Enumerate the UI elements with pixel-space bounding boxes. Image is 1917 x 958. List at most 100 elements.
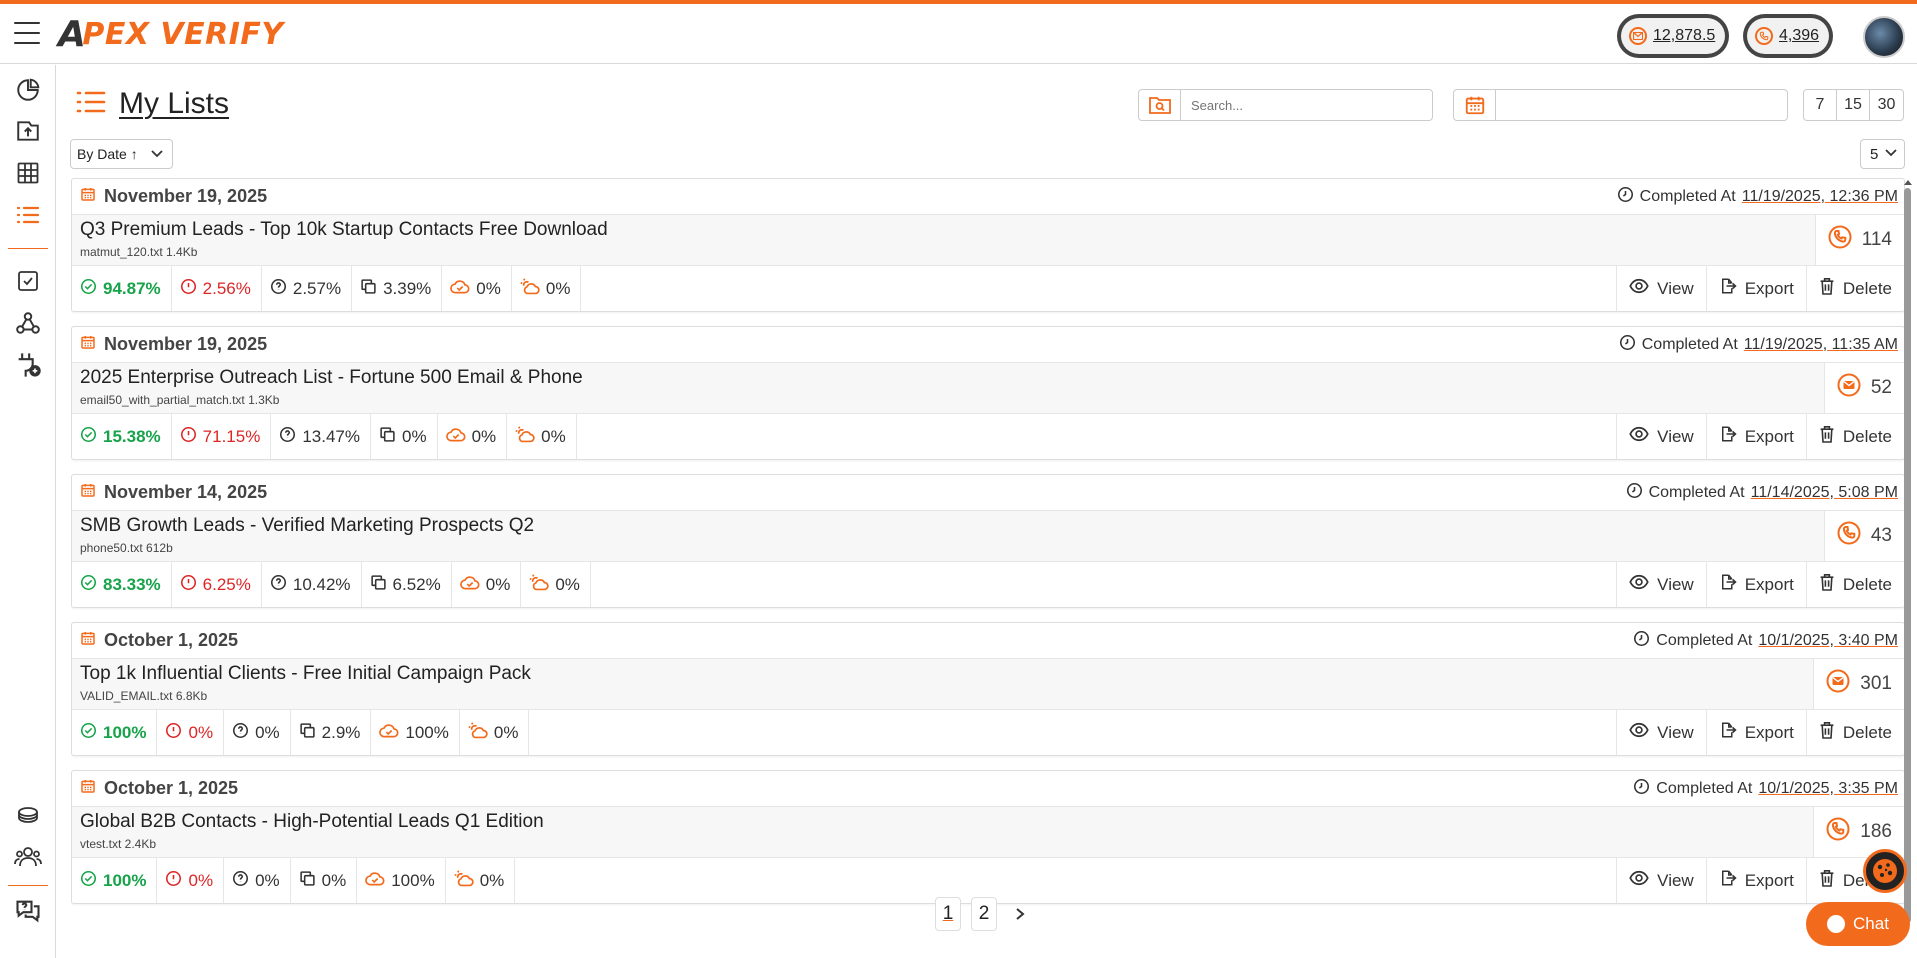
email-credits-badge[interactable]: 12,878.5 — [1617, 14, 1730, 58]
grid-table-icon[interactable] — [14, 159, 42, 187]
cookie-settings-button[interactable] — [1863, 849, 1907, 893]
disposable-stat: 0% — [507, 414, 577, 459]
cloud-sun-icon — [454, 869, 474, 892]
duplicate-stat: 2.9% — [291, 710, 372, 755]
support-chat-icon[interactable] — [14, 897, 42, 925]
phone-credits-value: 4,396 — [1779, 27, 1820, 44]
phone-credits-badge[interactable]: 4,396 — [1743, 14, 1834, 58]
completed-at-timestamp: 11/19/2025, 11:35 AM — [1743, 335, 1898, 353]
team-users-icon[interactable] — [14, 843, 42, 871]
calendar-icon — [80, 482, 96, 503]
date-range-picker[interactable] — [1453, 89, 1788, 121]
copy-icon — [370, 574, 387, 596]
delete-button[interactable]: Delete — [1805, 562, 1904, 607]
list-name[interactable]: Global B2B Contacts - High-Potential Lea… — [80, 811, 544, 833]
scrollbar-thumb[interactable] — [1904, 188, 1911, 923]
chevron-down-icon — [150, 146, 164, 163]
trash-icon — [1819, 425, 1835, 448]
user-avatar[interactable] — [1863, 16, 1905, 58]
valid-stat: 15.38% — [72, 414, 172, 459]
sort-select[interactable]: By Date ↑ — [70, 139, 173, 169]
search-input[interactable] — [1181, 91, 1421, 119]
copy-icon — [299, 722, 316, 744]
page-1-button[interactable]: 1 — [935, 897, 961, 931]
completed-at-label: Completed At — [1641, 335, 1738, 353]
delete-button[interactable]: Delete — [1805, 710, 1904, 755]
invalid-stat: 6.25% — [172, 562, 262, 607]
view-button[interactable]: View — [1616, 562, 1706, 607]
export-button[interactable]: Export — [1705, 710, 1806, 755]
range-30-button[interactable]: 30 — [1870, 90, 1903, 120]
record-count-value: 301 — [1860, 673, 1892, 694]
email-circle-icon — [1837, 373, 1861, 403]
plugin-add-icon[interactable] — [14, 351, 42, 379]
chat-bubble-icon — [1827, 915, 1846, 933]
webhook-icon[interactable] — [14, 309, 42, 337]
view-button[interactable]: View — [1616, 414, 1706, 459]
cloud-check-icon — [365, 870, 385, 892]
calendar-icon — [80, 778, 96, 799]
export-button[interactable]: Export — [1705, 562, 1806, 607]
list-card-2: November 19, 2025 Completed At 11/19/202… — [71, 326, 1905, 460]
list-name[interactable]: Top 1k Influential Clients - Free Initia… — [80, 663, 531, 685]
trash-icon — [1819, 277, 1835, 300]
disposable-stat: 0% — [521, 562, 591, 607]
delete-button[interactable]: Delete — [1805, 266, 1904, 311]
coins-icon[interactable] — [14, 802, 42, 830]
alert-circle-icon — [180, 426, 197, 448]
menu-toggle-button[interactable] — [14, 20, 40, 46]
export-button[interactable]: Export — [1705, 414, 1806, 459]
list-card-3: November 14, 2025 Completed At 11/14/202… — [71, 474, 1905, 608]
view-button[interactable]: View — [1616, 710, 1706, 755]
eye-icon — [1629, 426, 1649, 447]
question-circle-icon — [279, 426, 296, 448]
list-record-count: 301 — [1813, 659, 1904, 709]
question-circle-icon — [270, 574, 287, 596]
list-card-5: October 1, 2025 Completed At 10/1/2025, … — [71, 770, 1905, 904]
list-name[interactable]: 2025 Enterprise Outreach List - Fortune … — [80, 367, 583, 389]
clock-icon — [1626, 482, 1643, 504]
alert-circle-icon — [180, 574, 197, 596]
export-icon — [1719, 277, 1737, 300]
completed-at-label: Completed At — [1639, 187, 1736, 205]
page-2-button[interactable]: 2 — [971, 897, 997, 931]
list-name[interactable]: SMB Growth Leads - Verified Marketing Pr… — [80, 515, 534, 537]
alert-circle-icon — [165, 870, 182, 892]
catch-all-stat: 0% — [438, 414, 508, 459]
export-button[interactable]: Export — [1705, 858, 1806, 903]
catch-all-stat: 100% — [357, 858, 446, 903]
trash-icon — [1819, 721, 1835, 744]
completed-at-timestamp: 10/1/2025, 3:35 PM — [1758, 779, 1898, 797]
question-circle-icon — [232, 870, 249, 892]
email-icon — [1629, 27, 1647, 45]
sidebar-divider — [8, 248, 48, 249]
lists-container: November 19, 2025 Completed At 11/19/202… — [71, 178, 1905, 940]
checkbox-icon[interactable] — [14, 267, 42, 295]
lists-icon[interactable] — [14, 201, 42, 229]
logo-text: PEX VERIFY — [82, 16, 284, 52]
range-15-button[interactable]: 15 — [1837, 90, 1870, 120]
list-scrollbar[interactable] — [1902, 178, 1912, 940]
upload-icon[interactable] — [14, 117, 42, 145]
chevron-down-icon — [1884, 145, 1898, 163]
record-count-value: 52 — [1870, 377, 1892, 398]
question-circle-icon — [270, 278, 287, 300]
range-7-button[interactable]: 7 — [1804, 90, 1837, 120]
list-date: October 1, 2025 — [104, 630, 239, 650]
record-count-value: 186 — [1860, 821, 1892, 842]
trash-icon — [1819, 573, 1835, 596]
view-button[interactable]: View — [1616, 858, 1706, 903]
next-page-button[interactable] — [1007, 897, 1033, 931]
per-page-select[interactable]: 5 — [1860, 139, 1905, 169]
delete-button[interactable]: Delete — [1805, 414, 1904, 459]
view-button[interactable]: View — [1616, 266, 1706, 311]
chat-button[interactable]: Chat — [1806, 902, 1910, 946]
dashboard-pie-chart-icon[interactable] — [14, 76, 42, 104]
completed-at-label: Completed At — [1648, 483, 1745, 501]
export-button[interactable]: Export — [1705, 266, 1806, 311]
cloud-check-icon — [450, 278, 470, 300]
list-name[interactable]: Q3 Premium Leads - Top 10k Startup Conta… — [80, 219, 608, 241]
app-logo[interactable]: A PEX VERIFY — [58, 12, 284, 56]
invalid-stat: 0% — [157, 710, 225, 755]
email-circle-icon — [1826, 669, 1850, 699]
